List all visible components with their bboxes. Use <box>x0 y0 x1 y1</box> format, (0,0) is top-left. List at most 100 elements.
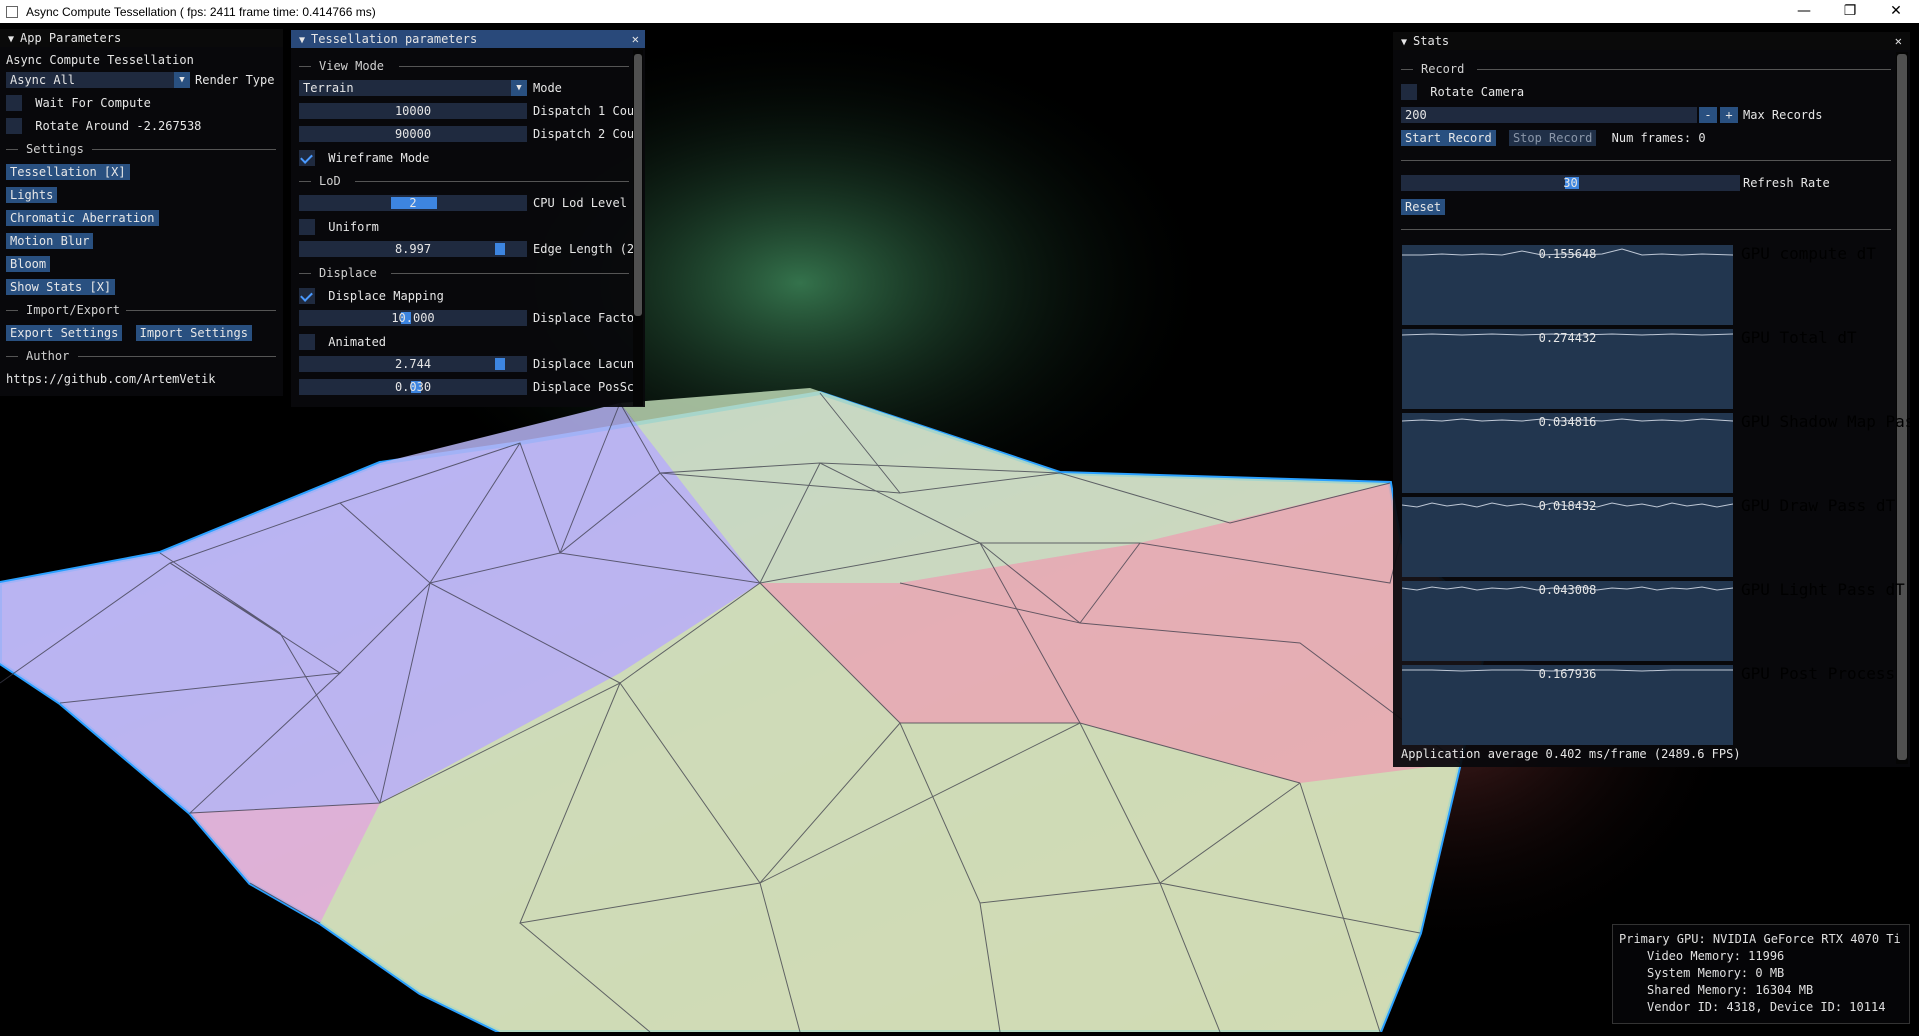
scrollbar-thumb[interactable] <box>634 54 642 316</box>
export-settings-button[interactable]: Export Settings <box>6 325 123 341</box>
lod-separator: LoD <box>299 172 629 190</box>
rotate-camera-checkbox[interactable] <box>1401 84 1417 100</box>
rotate-around-checkbox[interactable] <box>6 118 22 134</box>
displace-lacunarity-label: Displace Lacun <box>533 357 633 371</box>
dispatch-2-count-label: Dispatch 2 Cou <box>533 127 633 141</box>
slider-grab[interactable] <box>495 358 505 370</box>
slider-grab[interactable] <box>495 243 505 255</box>
edge-length-slider[interactable]: 8.997 <box>299 241 527 257</box>
primary-gpu-label: Primary GPU: NVIDIA GeForce RTX 4070 Ti <box>1619 932 1901 946</box>
scrollbar-thumb[interactable] <box>1897 54 1907 760</box>
video-memory-label: Video Memory: 11996 <box>1647 949 1785 963</box>
dispatch-1-count-input[interactable]: 10000 <box>299 103 527 119</box>
dispatch-2-count-input[interactable]: 90000 <box>299 126 527 142</box>
gpu-shadow-map-plot: 0.034816 <box>1402 413 1733 493</box>
gpu-compute-plot: 0.155648 <box>1402 245 1733 325</box>
gpu-total-label: GPU Total dT <box>1741 329 1857 347</box>
bloom-button[interactable]: Bloom <box>6 256 51 272</box>
app-parameters-panel: ▼ App Parameters Async Compute Tessellati… <box>0 29 283 396</box>
gpu-post-process-value: 0.167936 <box>1538 667 1597 681</box>
stats-header[interactable]: ▼ Stats ✕ <box>1393 32 1910 50</box>
displace-mapping-label: Displace Mapping <box>328 289 444 303</box>
close-icon[interactable]: ✕ <box>1895 32 1902 50</box>
decrement-button[interactable]: - <box>1699 107 1717 123</box>
vendor-device-id-label: Vendor ID: 4318, Device ID: 10114 <box>1647 1000 1886 1014</box>
gpu-draw-pass-plot: 0.018432 <box>1402 497 1733 577</box>
render-type-value: Async All <box>10 73 76 87</box>
displace-lacunarity-value: 2.744 <box>394 357 432 371</box>
collapse-triangle-icon[interactable]: ▼ <box>299 32 305 50</box>
author-link[interactable]: https://github.com/ArtemVetik <box>6 370 216 388</box>
displace-header: Displace <box>319 266 377 280</box>
divider <box>1401 160 1891 161</box>
render-type-label: Render Type <box>195 73 275 87</box>
mode-combo[interactable]: Terrain ▼ <box>299 80 527 96</box>
max-records-input[interactable]: 200 <box>1401 107 1697 123</box>
tessellation-parameters-title: Tessellation parameters <box>311 32 478 46</box>
stats-scrollbar[interactable] <box>1896 52 1908 764</box>
tessellation-parameters-panel: ▼ Tessellation parameters ✕ View Mode Ter… <box>291 30 645 407</box>
wait-for-compute-checkbox[interactable] <box>6 95 22 111</box>
displace-factor-label: Displace Facto <box>533 311 633 325</box>
window-title: Async Compute Tessellation ( fps: 2411 f… <box>26 4 376 19</box>
displace-lacunarity-slider[interactable]: 2.744 <box>299 356 527 372</box>
lod-header: LoD <box>319 174 341 188</box>
close-icon[interactable]: ✕ <box>632 30 639 48</box>
tessellation-button[interactable]: Tessellation [X] <box>6 164 130 180</box>
displace-mapping-checkbox[interactable] <box>299 288 315 304</box>
app-parameters-header[interactable]: ▼ App Parameters <box>0 29 283 47</box>
record-separator: Record <box>1401 60 1891 78</box>
displace-separator: Displace <box>299 264 629 282</box>
chevron-down-icon[interactable]: ▼ <box>174 72 190 88</box>
reset-button[interactable]: Reset <box>1401 199 1446 215</box>
displace-position-scale-slider[interactable]: 0.030 <box>299 379 527 395</box>
refresh-rate-value: 30 <box>1563 176 1578 190</box>
displace-factor-slider[interactable]: 10.000 <box>299 310 527 326</box>
show-stats-button[interactable]: Show Stats [X] <box>6 279 116 295</box>
gpu-post-process-plot: 0.167936 <box>1402 665 1733 745</box>
cpu-lod-level-value: 2 <box>409 196 417 210</box>
wait-for-compute-label: Wait For Compute <box>35 96 151 110</box>
animated-checkbox[interactable] <box>299 334 315 350</box>
stats-title: Stats <box>1413 34 1450 48</box>
maximize-button[interactable]: ❐ <box>1827 0 1873 23</box>
rotate-camera-label: Rotate Camera <box>1430 85 1525 99</box>
displace-factor-value: 10.000 <box>391 311 435 325</box>
cpu-lod-level-slider[interactable]: 2 <box>299 195 527 211</box>
gpu-draw-pass-label: GPU Draw Pass dT <box>1741 497 1896 515</box>
tessellation-scrollbar[interactable] <box>633 50 643 406</box>
max-records-label: Max Records <box>1743 108 1823 122</box>
window-titlebar: Async Compute Tessellation ( fps: 2411 f… <box>0 0 1919 23</box>
app-parameters-title: App Parameters <box>20 31 122 45</box>
uniform-label: Uniform <box>328 220 379 234</box>
close-window-button[interactable]: ✕ <box>1873 0 1919 23</box>
tessellation-parameters-header[interactable]: ▼ Tessellation parameters ✕ <box>291 30 645 48</box>
import-settings-button[interactable]: Import Settings <box>135 325 252 341</box>
cpu-lod-level-label: CPU Lod Level <box>533 196 627 210</box>
import-export-separator: Import/Export <box>6 301 276 319</box>
collapse-triangle-icon[interactable]: ▼ <box>1401 34 1407 52</box>
gpu-light-pass-label: GPU Light Pass dT <box>1741 581 1905 599</box>
rotate-around-label: Rotate Around -2.267538 <box>35 119 202 133</box>
displace-position-scale-value: 0.030 <box>394 380 432 394</box>
uniform-checkbox[interactable] <box>299 219 315 235</box>
stop-record-button[interactable]: Stop Record <box>1508 130 1597 146</box>
motion-blur-button[interactable]: Motion Blur <box>6 233 94 249</box>
shared-memory-label: Shared Memory: 16304 MB <box>1647 983 1814 997</box>
start-record-button[interactable]: Start Record <box>1401 130 1496 146</box>
collapse-triangle-icon[interactable]: ▼ <box>8 31 14 49</box>
view-mode-separator: View Mode <box>299 57 629 75</box>
increment-button[interactable]: + <box>1720 107 1738 123</box>
minimize-button[interactable]: — <box>1781 0 1827 23</box>
application-average-label: Application average 0.402 ms/frame (2489… <box>1401 747 1741 761</box>
chevron-down-icon[interactable]: ▼ <box>511 80 527 96</box>
refresh-rate-slider[interactable]: 30 <box>1401 175 1740 191</box>
chromatic-aberration-button[interactable]: Chromatic Aberration <box>6 210 159 226</box>
gpu-shadow-map-value: 0.034816 <box>1538 415 1597 429</box>
gpu-post-process-label: GPU Post Process Pass d <box>1741 665 1901 683</box>
num-frames-label: Num frames: 0 <box>1611 131 1706 145</box>
lights-button[interactable]: Lights <box>6 187 58 203</box>
gpu-total-value: 0.274432 <box>1538 331 1597 345</box>
wireframe-mode-checkbox[interactable] <box>299 150 315 166</box>
render-type-combo[interactable]: Async All ▼ <box>6 72 190 88</box>
